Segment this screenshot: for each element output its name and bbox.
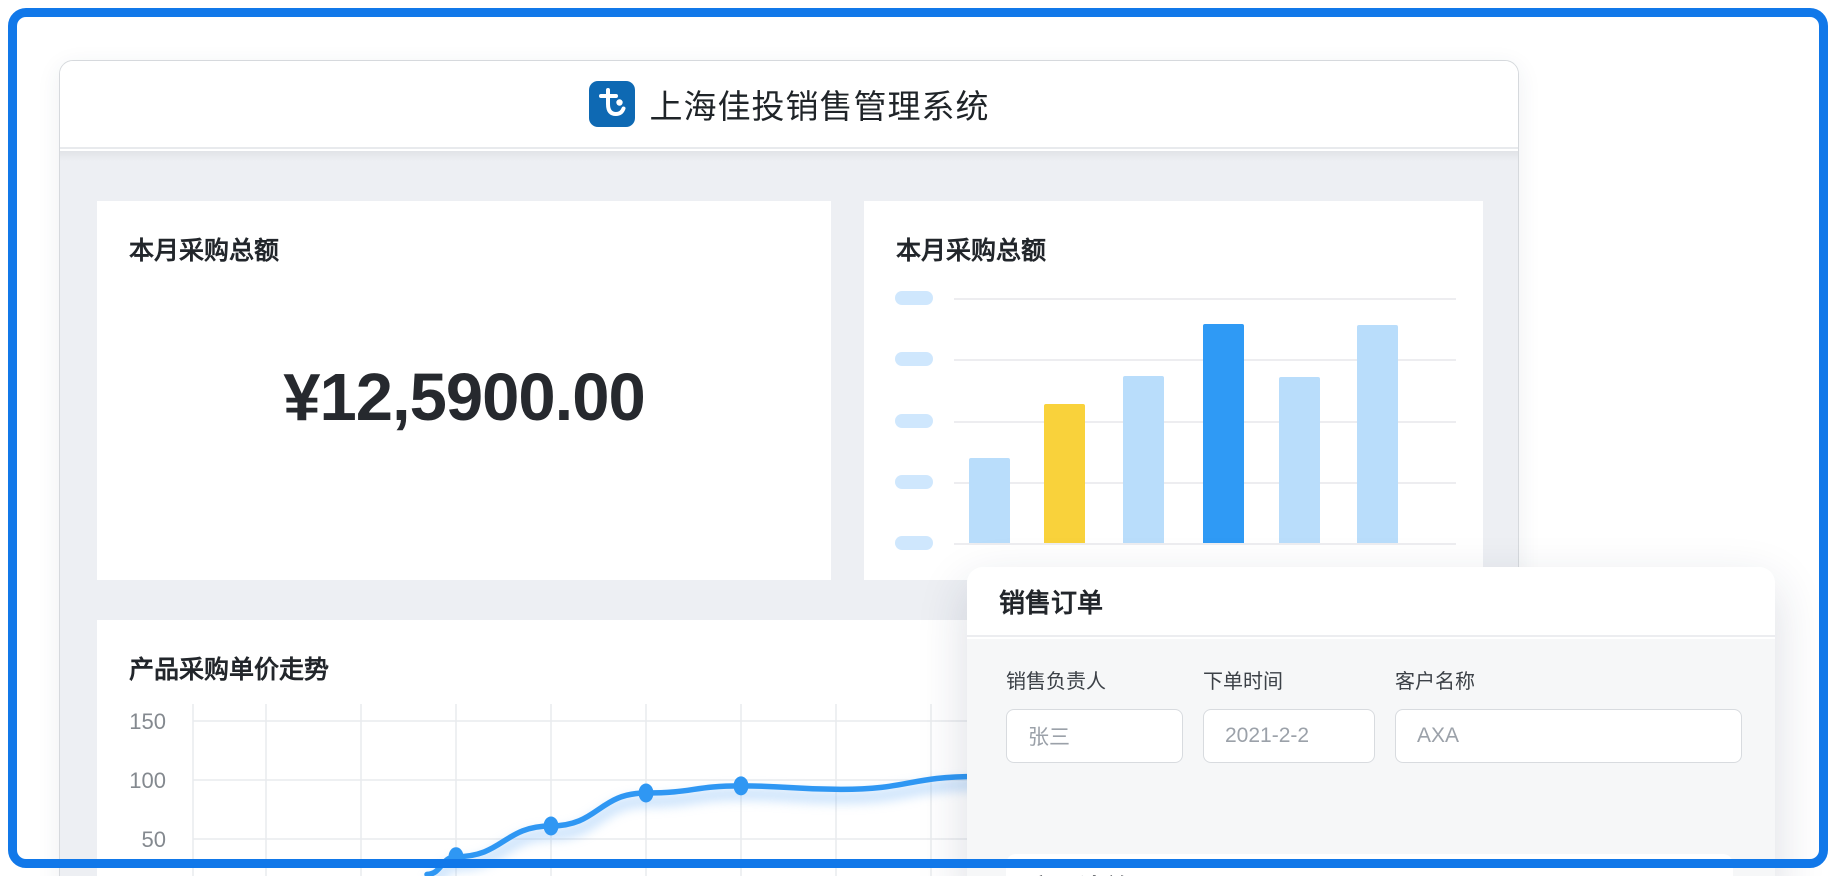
bar	[969, 458, 1010, 543]
axis-skeleton-pill	[895, 475, 933, 489]
product-list-title: 产品清单	[1029, 869, 1710, 876]
app-logo-icon	[589, 81, 635, 127]
axis-skeleton-pill	[895, 352, 933, 366]
sales-person-label: 销售负责人	[1006, 665, 1183, 694]
customer-name-label: 客户名称	[1395, 665, 1742, 694]
axis-skeleton-pill	[895, 414, 933, 428]
order-date-input[interactable]	[1203, 709, 1375, 763]
order-date-label: 下单时间	[1203, 665, 1375, 694]
sales-order-body: 销售负责人 下单时间 客户名称 产品清单	[967, 639, 1775, 876]
bar	[1203, 324, 1244, 543]
sales-order-header: 销售订单	[967, 567, 1775, 637]
svg-text:100: 100	[129, 768, 166, 793]
app-title: 上海佳投销售管理系统	[650, 80, 990, 128]
svg-text:150: 150	[129, 709, 166, 734]
sales-order-fields: 销售负责人 下单时间 客户名称	[1006, 665, 1743, 763]
axis-skeleton-pill	[895, 536, 933, 550]
total-amount-value: ¥12,5900.00	[97, 359, 831, 436]
sales-person-field: 销售负责人	[1006, 665, 1183, 763]
bar	[1357, 325, 1398, 543]
app-header: 上海佳投销售管理系统	[60, 61, 1518, 149]
bar-chart	[864, 201, 1483, 580]
bar	[1123, 376, 1164, 543]
summary-card-title: 本月采购总额	[129, 231, 279, 267]
product-list-card: 产品清单	[1006, 854, 1733, 876]
svg-text:50: 50	[142, 827, 166, 852]
page-background: 上海佳投销售管理系统 本月采购总额 ¥12,5900.00 本月采购总额 产品采…	[0, 0, 1836, 876]
sales-order-panel: 销售订单 销售负责人 下单时间 客户名称	[967, 567, 1775, 876]
bar	[1044, 404, 1085, 543]
customer-name-input[interactable]	[1395, 709, 1742, 763]
summary-card: 本月采购总额 ¥12,5900.00	[97, 201, 831, 580]
sales-order-title: 销售订单	[999, 583, 1103, 620]
axis-skeleton-pill	[895, 291, 933, 305]
bar-chart-card: 本月采购总额	[864, 201, 1483, 580]
sales-person-input[interactable]	[1006, 709, 1183, 763]
screenshot-canvas: 上海佳投销售管理系统 本月采购总额 ¥12,5900.00 本月采购总额 产品采…	[0, 0, 1836, 876]
customer-name-field: 客户名称	[1395, 665, 1742, 763]
bar	[1279, 377, 1320, 543]
order-date-field: 下单时间	[1203, 665, 1375, 763]
